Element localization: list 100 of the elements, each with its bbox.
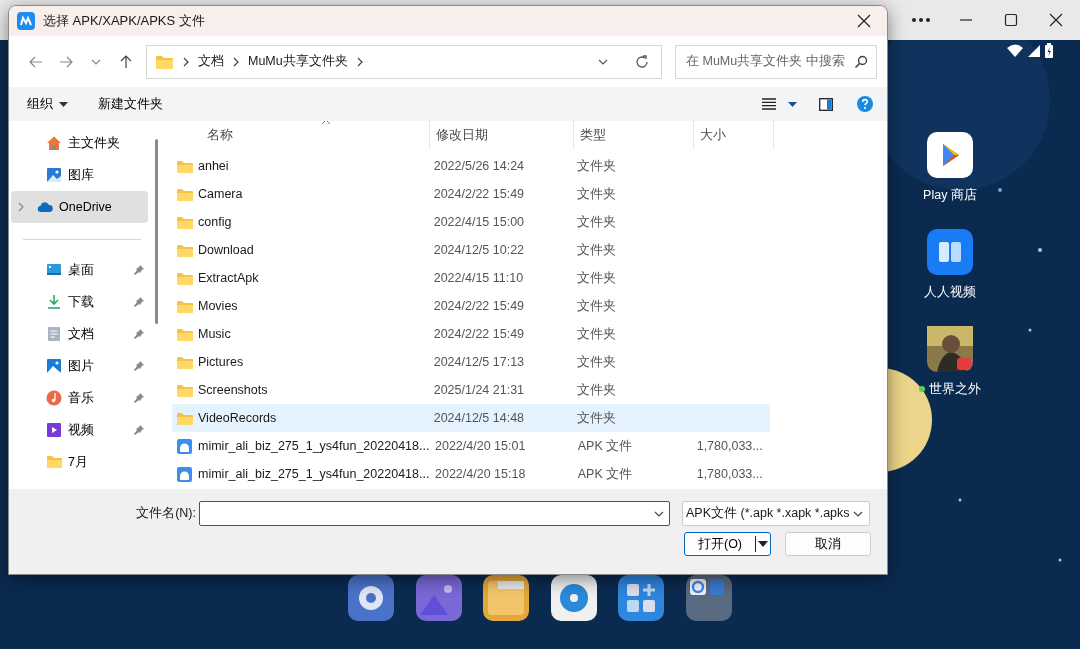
chevron-right-icon[interactable] (232, 56, 240, 67)
nav-item[interactable]: OneDrive (11, 191, 148, 223)
chevron-right-icon[interactable] (355, 56, 364, 67)
table-cell-text: 文件夹 (575, 353, 617, 371)
file-row[interactable]: Camera 2024/2/22 15:49 文件夹 (172, 180, 770, 208)
search-input[interactable]: 在 MuMu共享文件夹 中搜索 (684, 51, 854, 72)
file-name: ExtractApk (198, 269, 259, 287)
search-icon[interactable] (854, 54, 868, 69)
folder-icon (176, 242, 193, 258)
column-header[interactable]: 修改日期 (430, 121, 574, 149)
file-name: Screenshots (198, 381, 268, 399)
nav-item[interactable]: 主文件夹 (11, 127, 148, 159)
refresh-icon[interactable] (635, 54, 649, 69)
desktop-icon (46, 262, 62, 278)
nav-item[interactable]: 图片 (11, 350, 148, 382)
organize-menu[interactable]: 组织 (25, 92, 70, 116)
table-cell-text: 1,780,033... (695, 437, 764, 455)
table-cell-text: 2024/2/22 15:49 (432, 297, 526, 315)
table-cell-text: APK 文件 (576, 437, 634, 455)
folder-icon[interactable] (483, 575, 529, 621)
file-row[interactable]: config 2022/4/15 15:00 文件夹 (172, 208, 770, 236)
nav-item[interactable]: 7月 (11, 446, 148, 478)
file-row[interactable]: mimir_ali_biz_275_1_ys4fun_20220418... 2022/4/20 15:01 APK 文件 1,780,033... (172, 432, 770, 460)
toolbar-button[interactable]: 新建文件夹 (96, 92, 165, 116)
table-cell-text: 2025/1/24 21:31 (432, 381, 526, 399)
table-cell-text: 2024/12/5 17:13 (432, 353, 526, 371)
breadcrumb[interactable]: 文档 (198, 52, 224, 71)
column-header[interactable]: 名称 (173, 121, 430, 149)
app-label[interactable]: 世界之外 (929, 380, 981, 399)
document-icon (46, 326, 62, 342)
table-cell-text: 2022/4/15 15:00 (432, 213, 526, 231)
file-row[interactable]: Pictures 2024/12/5 17:13 文件夹 (172, 348, 770, 376)
column-header[interactable]: 类型 (574, 121, 694, 149)
view-menu[interactable] (760, 96, 799, 112)
folder-icon (176, 270, 193, 286)
table-cell-text: 文件夹 (575, 381, 617, 399)
cancel-button[interactable]: 取消 (785, 532, 871, 556)
close-icon[interactable] (857, 14, 871, 28)
app-label[interactable]: 人人视频 (924, 283, 976, 302)
file-row[interactable]: VideoRecords 2024/12/5 14:48 文件夹 (172, 404, 770, 432)
nav-item[interactable]: 音乐 (11, 382, 148, 414)
maximize-icon[interactable] (1002, 12, 1019, 28)
browser-icon[interactable] (550, 575, 597, 621)
gallery-icon[interactable] (415, 575, 462, 621)
download-icon (46, 294, 62, 310)
wifi-icon (1006, 44, 1024, 58)
search-box[interactable]: 在 MuMu共享文件夹 中搜索 (675, 44, 877, 79)
nav-item[interactable]: 图库 (11, 159, 148, 191)
video-app-icon[interactable] (927, 229, 973, 275)
table-cell-text: 文件夹 (575, 297, 617, 315)
nav-item[interactable]: 文档 (11, 318, 148, 350)
preview-pane-icon[interactable] (819, 97, 833, 111)
help-icon[interactable] (857, 96, 873, 112)
file-row[interactable]: mimir_ali_biz_275_1_ys4fun_20220418... 2022/4/20 15:18 APK 文件 1,780,033... (172, 460, 770, 488)
nav-item[interactable]: 视频 (11, 414, 148, 446)
breadcrumb[interactable]: MuMu共享文件夹 (248, 52, 348, 71)
file-row[interactable]: Movies 2024/2/22 15:49 文件夹 (172, 292, 770, 320)
table-cell-text: 文件夹 (575, 325, 617, 343)
file-name: Music (198, 325, 231, 343)
nav-item[interactable]: 下载 (11, 286, 148, 318)
play-store-icon[interactable] (927, 132, 973, 178)
folder-icon (46, 454, 62, 470)
app-folder-icon[interactable] (685, 575, 732, 621)
table-cell-text: 文件夹 (575, 269, 617, 287)
file-name: anhei (198, 157, 229, 175)
table-cell-text: 2024/12/5 10:22 (432, 241, 526, 259)
file-name: Movies (198, 297, 238, 315)
filename-field[interactable] (199, 501, 670, 526)
file-row[interactable]: ExtractApk 2022/4/15 11:10 文件夹 (172, 264, 770, 292)
folder-icon (176, 382, 193, 398)
folder-icon (176, 186, 193, 202)
table-cell-text: 文件夹 (575, 409, 617, 427)
file-type-dropdown[interactable]: APK文件 (*.apk *.xapk *.apks (682, 501, 870, 526)
column-header[interactable]: 大小 (694, 121, 774, 149)
table-cell-text: 2022/5/26 14:24 (432, 157, 526, 175)
apk-file-icon (176, 437, 193, 455)
table-cell-text: 2022/4/20 15:18 (434, 465, 527, 483)
folder-icon (176, 354, 193, 370)
file-row[interactable]: Download 2024/12/5 10:22 文件夹 (172, 236, 770, 264)
settings-icon[interactable] (348, 575, 394, 621)
scrollbar[interactable] (155, 139, 158, 324)
file-row[interactable]: anhei 2022/5/26 14:24 文件夹 (172, 152, 770, 180)
close-icon[interactable] (1047, 12, 1064, 28)
file-row[interactable]: Music 2024/2/22 15:49 文件夹 (172, 320, 770, 348)
file-name: Camera (198, 185, 243, 203)
address-bar[interactable]: 文档 MuMu共享文件夹 (146, 44, 662, 79)
file-name: config (198, 213, 232, 231)
up-icon[interactable] (118, 53, 134, 70)
home-icon (46, 135, 62, 151)
app-grid-icon[interactable] (618, 575, 664, 621)
table-cell-text: 文件夹 (575, 185, 617, 203)
file-name: mimir_ali_biz_275_1_ys4fun_20220418... (198, 465, 430, 483)
open-button[interactable]: 打开(O) (684, 532, 771, 556)
file-name: mimir_ali_biz_275_1_ys4fun_20220418... (198, 437, 430, 455)
nav-item[interactable]: 桌面 (11, 254, 148, 286)
folder-icon (176, 326, 193, 342)
app-label[interactable]: Play 商店 (923, 186, 977, 205)
file-row[interactable]: Screenshots 2025/1/24 21:31 文件夹 (172, 376, 770, 404)
table-cell-text: 2022/4/20 15:01 (434, 437, 527, 455)
file-name: VideoRecords (198, 409, 277, 427)
